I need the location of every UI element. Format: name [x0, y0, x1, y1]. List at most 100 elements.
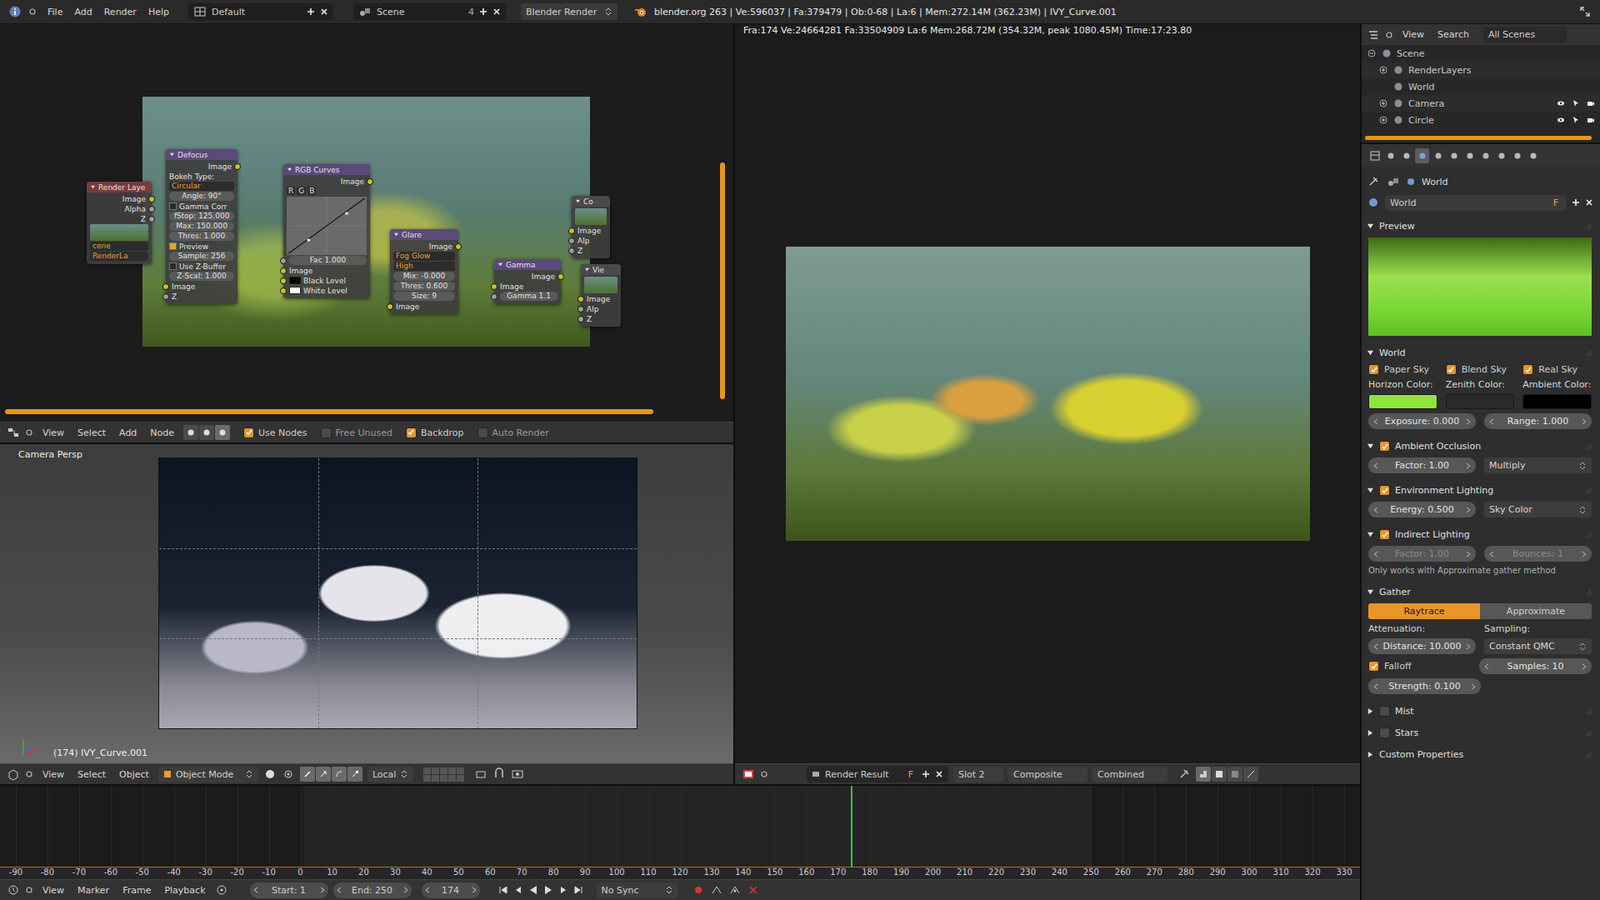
color-swatch[interactable]: [289, 276, 301, 285]
header-checkbox[interactable]: Backdrop: [405, 427, 465, 439]
node-menu[interactable]: Fog Glow: [393, 251, 455, 261]
color-swatch[interactable]: [289, 286, 301, 295]
manipulator-button[interactable]: [300, 766, 315, 782]
selectable-cursor-icon[interactable]: [1571, 99, 1580, 108]
node-canvas[interactable]: Render LayeImageAlphaZceneRenderLaDefocu…: [0, 24, 734, 422]
menu-item[interactable]: Node: [145, 427, 179, 439]
socket[interactable]: [280, 257, 287, 265]
mode-menu[interactable]: Object Mode: [158, 766, 259, 783]
decrement-icon[interactable]: [1373, 550, 1379, 558]
collapse-icon[interactable]: [575, 198, 581, 205]
increment-icon[interactable]: [1465, 506, 1471, 514]
menu-item[interactable]: Select: [73, 427, 110, 439]
orientation-menu[interactable]: Local: [367, 766, 415, 783]
color-swatch[interactable]: [1368, 394, 1438, 410]
collapse-menu-icon[interactable]: [25, 428, 34, 437]
context-tab[interactable]: [1478, 148, 1493, 164]
socket[interactable]: [148, 215, 155, 223]
node-checkbox[interactable]: Gamma Corr: [169, 201, 235, 211]
node-menu[interactable]: High: [393, 261, 455, 271]
node-header[interactable]: Render Laye: [86, 181, 152, 193]
add-icon[interactable]: [479, 7, 488, 16]
collapse-menu-icon[interactable]: [760, 770, 769, 779]
decrement-icon[interactable]: [1373, 506, 1379, 514]
close-icon[interactable]: [1585, 198, 1594, 207]
context-tab[interactable]: [1525, 148, 1540, 164]
node-header[interactable]: Defocus: [165, 149, 238, 160]
decrement-icon[interactable]: [253, 886, 259, 894]
socket[interactable]: [577, 315, 585, 323]
editor-type-icon[interactable]: [6, 883, 20, 897]
add-icon[interactable]: [921, 770, 930, 779]
image-datablock[interactable]: Render ResultF: [806, 765, 949, 783]
collapse-icon[interactable]: [393, 231, 400, 238]
panel-header[interactable]: Ambient Occlusion: [1366, 436, 1594, 456]
socket[interactable]: [577, 295, 585, 303]
node-field[interactable]: Max: 150.000: [169, 221, 235, 231]
render-opengl-icon[interactable]: [510, 767, 525, 781]
curve-graph[interactable]: [286, 196, 367, 255]
panel-checkbox[interactable]: [1379, 705, 1390, 717]
number-field[interactable]: Factor: 1.00: [1368, 545, 1476, 562]
panel-header[interactable]: Gather: [1366, 582, 1594, 602]
socket[interactable]: [557, 273, 565, 280]
slot-menu[interactable]: Slot 2: [953, 766, 1004, 783]
display-mode-menu[interactable]: All Scenes: [1483, 26, 1567, 43]
layer-button[interactable]: [456, 775, 465, 782]
layer-button[interactable]: [448, 767, 456, 775]
editor-type-icon[interactable]: [1368, 149, 1382, 163]
world-browse-icon[interactable]: [1366, 195, 1380, 210]
close-icon[interactable]: [492, 7, 501, 16]
pin-icon[interactable]: [1366, 175, 1380, 189]
context-tab[interactable]: [1446, 148, 1461, 164]
collapse-menu-icon[interactable]: [1385, 30, 1394, 40]
collapse-menu-icon[interactable]: [25, 770, 34, 779]
menu-item[interactable]: Marker: [73, 885, 114, 896]
socket[interactable]: [162, 293, 170, 300]
panel-header[interactable]: Stars: [1366, 723, 1594, 743]
context-tab[interactable]: [1494, 148, 1509, 164]
decrement-icon[interactable]: [1484, 663, 1490, 670]
node-header[interactable]: Gamma: [494, 259, 561, 270]
menu-item[interactable]: Object: [115, 769, 154, 780]
dropdown-menu[interactable]: Sky Color: [1484, 501, 1592, 518]
node-field[interactable]: Mix: -0.000: [393, 271, 455, 281]
node-header[interactable]: Co: [571, 195, 610, 207]
number-field[interactable]: Distance: 10.000: [1368, 638, 1476, 655]
node-field[interactable]: Size: 9: [393, 291, 455, 301]
collapse-menu-icon[interactable]: [25, 885, 34, 895]
drag-grip-icon[interactable]: [1583, 587, 1594, 598]
insert-keyframe-icon[interactable]: [728, 883, 742, 897]
horizontal-scrollbar[interactable]: [5, 409, 654, 415]
add-icon[interactable]: [306, 7, 315, 16]
increment-icon[interactable]: [1581, 550, 1587, 558]
dropdown-menu[interactable]: Multiply: [1484, 457, 1592, 474]
menu-item[interactable]: View: [38, 427, 69, 439]
shading-icon[interactable]: [263, 767, 277, 781]
pin-icon[interactable]: [1177, 767, 1191, 781]
drag-grip-icon[interactable]: [1583, 441, 1594, 452]
menu-item[interactable]: Select: [73, 769, 110, 780]
socket[interactable]: [568, 247, 575, 255]
lock-camera-icon[interactable]: [474, 767, 488, 781]
menu-item[interactable]: Add: [70, 6, 96, 18]
color-swatch[interactable]: [1522, 394, 1592, 410]
increment-icon[interactable]: [1465, 462, 1471, 470]
outliner-item[interactable]: World: [1361, 78, 1600, 95]
editor-type-icon[interactable]: [741, 767, 755, 781]
increment-icon[interactable]: [1581, 418, 1587, 425]
current-frame-line[interactable]: [850, 785, 853, 880]
channel-button[interactable]: [1227, 766, 1243, 782]
increment-icon[interactable]: [403, 886, 409, 894]
panel-header[interactable]: Preview: [1366, 216, 1594, 236]
context-tab[interactable]: [1510, 148, 1525, 164]
tree-type-button[interactable]: [215, 425, 230, 440]
end-frame-field[interactable]: End: 250: [333, 882, 412, 899]
menu-item[interactable]: View: [1398, 29, 1429, 40]
add-icon[interactable]: [1571, 198, 1580, 207]
node-field[interactable]: Fac 1.000: [289, 255, 367, 265]
layer-button[interactable]: [456, 767, 465, 775]
menu-item[interactable]: Frame: [118, 885, 155, 896]
checkbox[interactable]: Paper Sky: [1368, 364, 1438, 375]
socket[interactable]: [455, 243, 462, 250]
